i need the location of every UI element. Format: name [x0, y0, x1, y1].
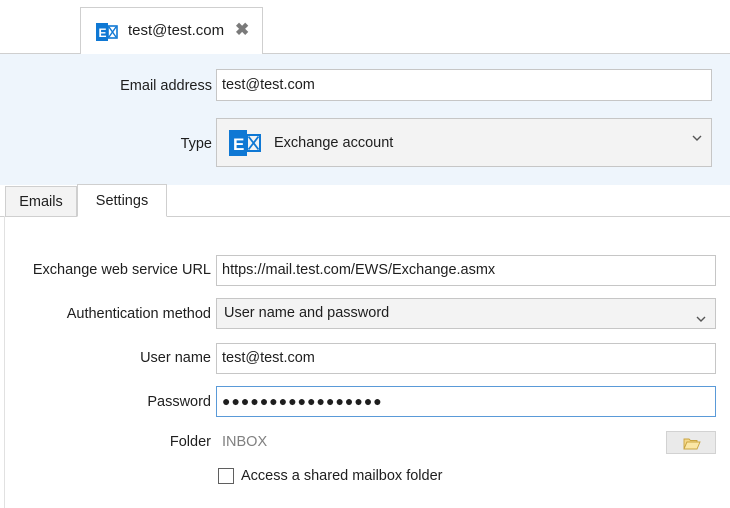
- username-input[interactable]: test@test.com: [216, 343, 716, 374]
- content-border: [4, 216, 5, 508]
- folder-open-icon: [683, 438, 701, 450]
- password-label: Password: [147, 394, 211, 410]
- account-tab[interactable]: E test@test.com ✖: [80, 7, 263, 54]
- account-type-value: Exchange account: [274, 135, 394, 151]
- account-type-select[interactable]: E Exchange account: [216, 118, 712, 167]
- exchange-icon: E: [229, 128, 261, 161]
- tab-emails[interactable]: Emails: [5, 186, 77, 216]
- ews-url-input[interactable]: https://mail.test.com/EWS/Exchange.asmx: [216, 255, 716, 286]
- auth-method-select[interactable]: User name and password: [216, 298, 716, 329]
- chevron-down-icon: [691, 132, 703, 147]
- shared-mailbox-checkbox[interactable]: [218, 468, 234, 484]
- svg-text:E: E: [99, 26, 107, 40]
- account-tab-title: test@test.com: [128, 22, 225, 39]
- exchange-icon: E: [96, 21, 118, 46]
- type-label: Type: [180, 136, 212, 152]
- folder-label: Folder: [169, 434, 211, 450]
- tab-settings[interactable]: Settings: [77, 184, 167, 217]
- auth-method-label: Authentication method: [66, 306, 211, 322]
- auth-method-value: User name and password: [224, 305, 390, 321]
- ews-url-label: Exchange web service URL: [32, 262, 211, 278]
- username-label: User name: [140, 350, 211, 366]
- close-icon[interactable]: ✖: [235, 20, 249, 40]
- svg-text:E: E: [233, 135, 244, 154]
- email-address-label: Email address: [120, 78, 212, 94]
- folder-value: INBOX: [222, 434, 268, 450]
- shared-mailbox-label[interactable]: Access a shared mailbox folder: [241, 468, 443, 484]
- folder-browse-button[interactable]: [666, 431, 716, 454]
- email-address-input[interactable]: test@test.com: [216, 69, 712, 101]
- chevron-down-icon: [695, 307, 707, 328]
- password-input[interactable]: ●●●●●●●●●●●●●●●●●: [216, 386, 716, 417]
